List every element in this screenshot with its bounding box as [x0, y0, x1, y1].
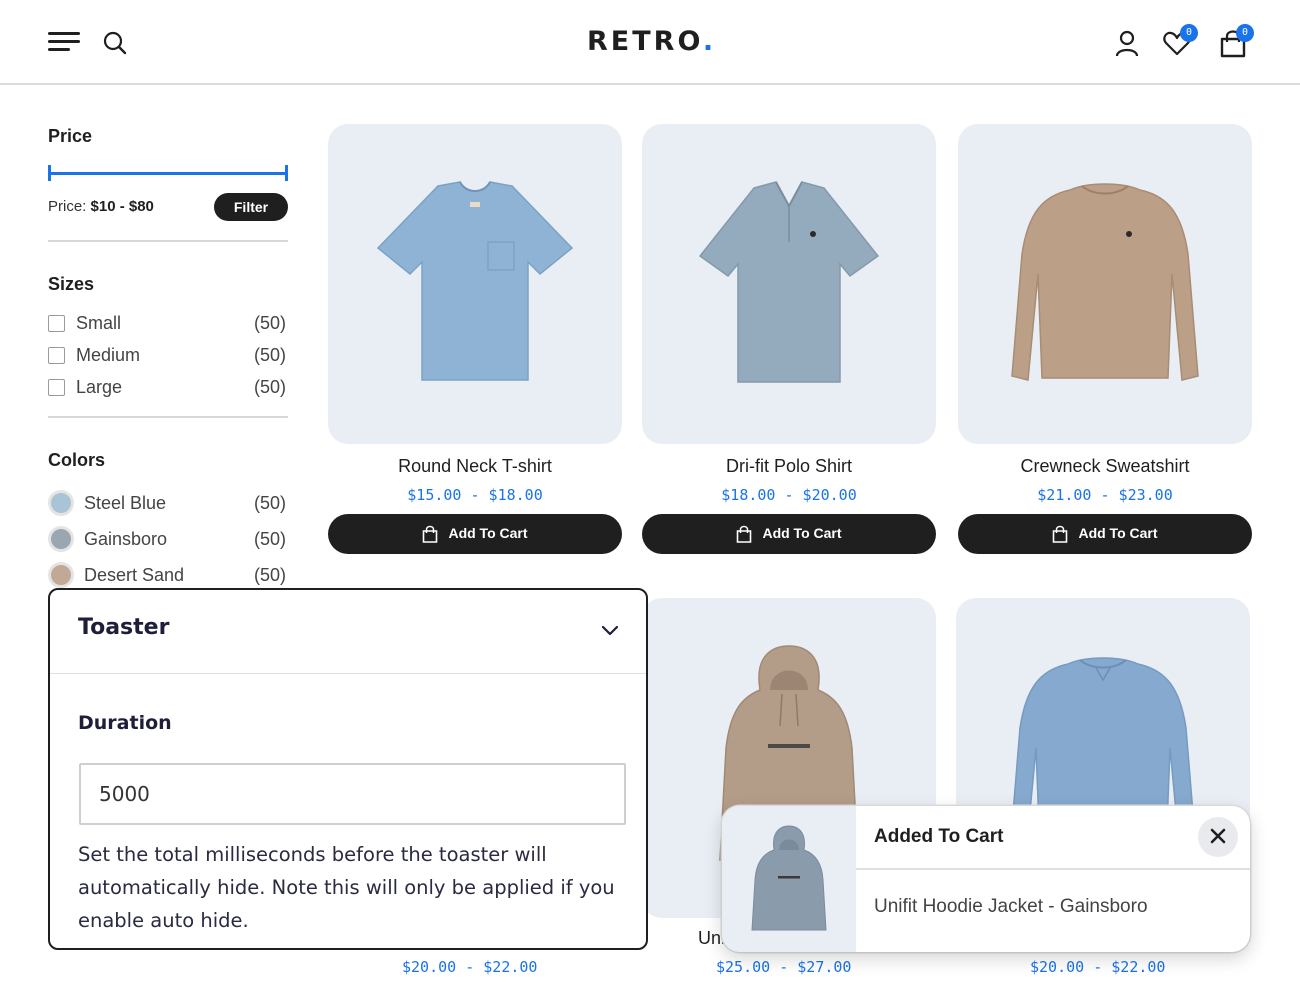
- size-option-large[interactable]: Large (50): [48, 376, 288, 400]
- shopping-bag-icon: [737, 525, 752, 543]
- toaster-settings-panel: Toaster Duration Set the total milliseco…: [48, 588, 648, 950]
- account-icon[interactable]: [1112, 28, 1142, 58]
- product-name[interactable]: Round Neck T-shirt: [328, 456, 622, 477]
- product-price: $21.00 - $23.00: [1037, 486, 1173, 504]
- product-price: $25.00 - $27.00: [716, 958, 852, 976]
- color-option-desert-sand[interactable]: Desert Sand (50): [48, 562, 288, 590]
- size-option-medium[interactable]: Medium (50): [48, 344, 288, 368]
- add-to-cart-button[interactable]: Add To Cart: [328, 514, 622, 554]
- added-to-cart-toast: Added To Cart Unifit Hoodie Jacket - Gai…: [722, 806, 1250, 952]
- checkbox[interactable]: [48, 379, 65, 396]
- product-price: $20.00 - $22.00: [402, 958, 538, 976]
- product-price: $20.00 - $22.00: [1030, 958, 1166, 976]
- close-icon: [1210, 828, 1226, 843]
- chevron-down-icon[interactable]: [600, 620, 620, 640]
- close-toast-button[interactable]: [1198, 817, 1238, 857]
- hoodie-thumbnail-image: [722, 806, 856, 952]
- site-logo[interactable]: RETRO.: [587, 26, 716, 57]
- toaster-accordion-header[interactable]: Toaster: [50, 590, 646, 674]
- price-min-handle[interactable]: [48, 165, 51, 181]
- divider: [48, 416, 288, 418]
- wishlist-count-badge: 0: [1180, 24, 1198, 42]
- shopping-bag-icon: [423, 525, 438, 543]
- product-price: $15.00 - $18.00: [407, 486, 543, 504]
- polo-image[interactable]: [642, 124, 936, 444]
- price-range-slider[interactable]: [48, 165, 288, 181]
- color-swatch: [48, 562, 74, 588]
- color-swatch: [48, 526, 74, 552]
- checkbox[interactable]: [48, 315, 65, 332]
- wishlist-icon[interactable]: 0: [1162, 24, 1198, 58]
- tshirt-image[interactable]: [328, 124, 622, 444]
- toast-title: Added To Cart: [874, 826, 1004, 847]
- add-to-cart-button[interactable]: Add To Cart: [958, 514, 1252, 554]
- product-name[interactable]: Uni: [698, 928, 725, 949]
- sizes-filter-title: Sizes: [48, 274, 95, 294]
- color-swatch: [48, 490, 74, 516]
- add-to-cart-button[interactable]: Add To Cart: [642, 514, 936, 554]
- cart-count-badge: 0: [1236, 24, 1254, 42]
- sweatshirt-image[interactable]: [958, 124, 1252, 444]
- color-option-steel-blue[interactable]: Steel Blue (50): [48, 490, 288, 518]
- toaster-title: Toaster: [78, 615, 170, 640]
- price-max-handle[interactable]: [285, 165, 288, 181]
- color-option-gainsboro[interactable]: Gainsboro (50): [48, 526, 288, 554]
- search-icon[interactable]: [102, 30, 128, 56]
- product-name[interactable]: Crewneck Sweatshirt: [958, 456, 1252, 477]
- menu-icon[interactable]: [48, 32, 82, 54]
- site-header: RETRO. 0 0: [0, 0, 1300, 85]
- checkbox[interactable]: [48, 347, 65, 364]
- filter-button[interactable]: Filter: [214, 193, 288, 221]
- toast-message: Unifit Hoodie Jacket - Gainsboro: [874, 896, 1148, 917]
- product-price: $18.00 - $20.00: [721, 486, 857, 504]
- duration-input[interactable]: [79, 763, 626, 825]
- product-name[interactable]: Dri-fit Polo Shirt: [642, 456, 936, 477]
- duration-label: Duration: [78, 712, 172, 734]
- shopping-bag-icon: [1053, 525, 1068, 543]
- divider: [48, 240, 288, 242]
- duration-help-text: Set the total milliseconds before the to…: [78, 843, 615, 932]
- cart-icon[interactable]: 0: [1218, 24, 1254, 58]
- colors-filter-title: Colors: [48, 450, 106, 470]
- price-range-text: Price: $10 - $80: [48, 198, 154, 215]
- divider: [856, 868, 1250, 870]
- price-filter-title: Price: [48, 126, 93, 146]
- size-option-small[interactable]: Small (50): [48, 312, 288, 336]
